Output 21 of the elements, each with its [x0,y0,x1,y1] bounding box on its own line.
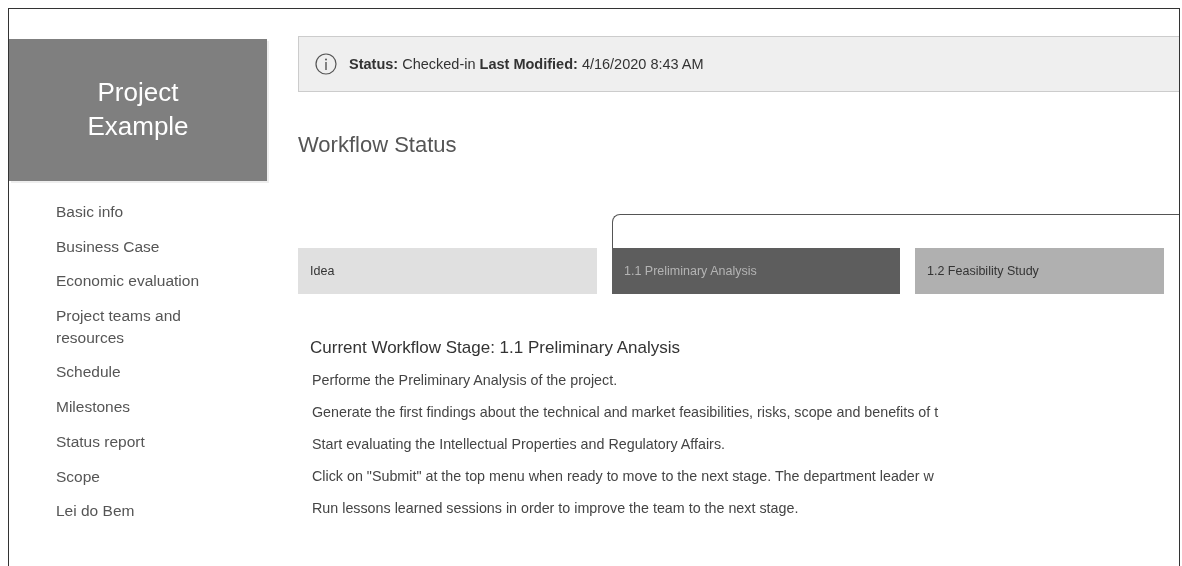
sidebar-link[interactable]: Schedule [56,361,226,384]
info-icon [315,53,337,75]
workflow-stage[interactable]: Idea [298,248,597,294]
instruction-text: Start evaluating the Intellectual Properties and Regulatory Affairs. [312,435,726,454]
sidebar-link[interactable]: Economic evaluation [56,270,226,293]
sidebar-link[interactable]: Basic info [56,201,226,223]
current-stage-title: Current Workflow Stage: 1.1 Preliminary Analysis [310,338,682,358]
sidebar-link[interactable]: Business Case [56,235,226,258]
status-text: Status: Checked-in Last Modified: 4/16/2020 8:43 AM [349,56,704,72]
sidebar-link[interactable]: Scope [56,465,226,488]
sidebar-link[interactable]: Status report [56,430,226,453]
project-title: Project Example [9,39,267,181]
workflow-stage[interactable]: 1.2 Feasibility Study [915,248,1164,294]
sidebar-link[interactable]: Project teams and resources [56,305,226,349]
section-heading: Workflow Status [298,132,458,158]
sidebar-link[interactable]: Milestones [56,396,226,418]
instruction-text: Generate the first findings about the technical and market feasibilities, risks, scope and benefits of t [312,403,940,422]
instruction-text: Performe the Preliminary Analysis of the project. [312,371,619,390]
instruction-text: Click on "Submit" at the top menu when ready to move to the next stage. The department leader w [312,467,935,486]
sidebar-link[interactable]: Lei do Bem [56,500,226,522]
instruction-text: Run lessons learned sessions in order to improve the team to the next stage. [312,499,800,518]
